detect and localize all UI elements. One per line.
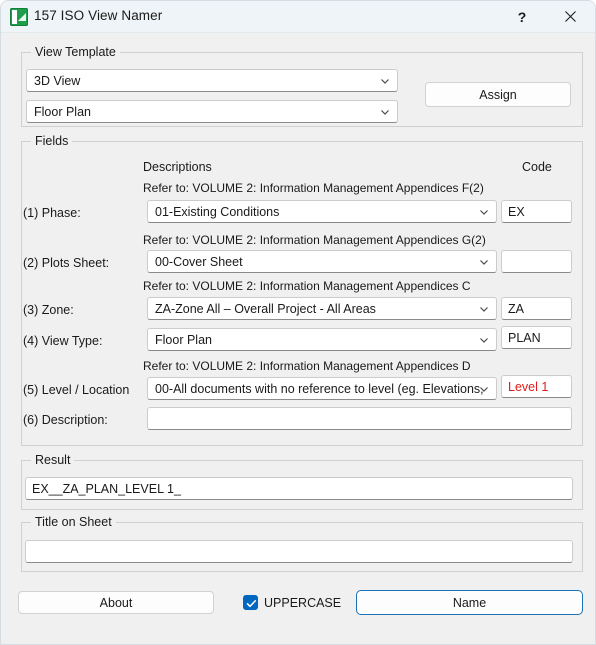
- app-logo-icon: [10, 8, 28, 26]
- field-label-description: (6) Description:: [23, 413, 108, 427]
- code-column-header: Code: [522, 160, 552, 174]
- result-group-label: Result: [31, 453, 75, 467]
- name-button[interactable]: Name: [356, 590, 583, 615]
- field-hint-plots-sheet: Refer to: VOLUME 2: Information Manageme…: [143, 233, 486, 247]
- view-template-group-label: View Template: [31, 45, 120, 59]
- field-label-plots-sheet: (2) Plots Sheet:: [23, 256, 110, 270]
- uppercase-checkbox[interactable]: UPPERCASE: [243, 595, 341, 610]
- field-combo-zone[interactable]: ZA-Zone All – Overall Project - All Area…: [147, 297, 497, 320]
- field-code-phase-value: EX: [508, 204, 525, 219]
- field-hint-phase: Refer to: VOLUME 2: Information Manageme…: [143, 181, 484, 195]
- field-input-description[interactable]: [147, 407, 572, 430]
- result-input[interactable]: EX__ZA_PLAN_LEVEL 1_: [25, 477, 573, 500]
- field-code-zone-value: ZA: [508, 301, 524, 316]
- field-combo-plots-sheet[interactable]: 00-Cover Sheet: [147, 250, 497, 273]
- field-combo-zone-value: ZA-Zone All – Overall Project - All Area…: [155, 301, 376, 316]
- field-code-view-type-value: PLAN: [508, 330, 541, 345]
- titlebar: 157 ISO View Namer ?: [1, 1, 595, 33]
- fields-group-label: Fields: [31, 134, 73, 148]
- field-code-plots-sheet[interactable]: [501, 250, 572, 273]
- field-combo-level-location[interactable]: 00-All documents with no reference to le…: [147, 377, 497, 400]
- field-label-level-location: (5) Level / Location: [23, 383, 130, 397]
- field-code-level-location[interactable]: Level 1: [501, 375, 572, 398]
- uppercase-checkbox-label: UPPERCASE: [264, 595, 342, 610]
- checkbox-indicator: [243, 595, 258, 610]
- field-combo-level-location-value: 00-All documents with no reference to le…: [155, 381, 485, 396]
- view-template-combo[interactable]: 3D View: [26, 69, 398, 92]
- title-on-sheet-group-label: Title on Sheet: [31, 515, 116, 529]
- assign-button[interactable]: Assign: [425, 82, 571, 107]
- check-icon: [246, 600, 257, 608]
- field-combo-phase-value: 01-Existing Conditions: [155, 204, 280, 219]
- field-combo-view-type[interactable]: Floor Plan: [147, 328, 497, 351]
- close-icon: [564, 11, 576, 22]
- view-template-type-combo[interactable]: Floor Plan: [26, 100, 398, 123]
- iso-view-namer-window: 157 ISO View Namer ? View Template 3D Vi…: [0, 0, 596, 645]
- field-combo-plots-sheet-value: 00-Cover Sheet: [155, 254, 243, 269]
- help-button[interactable]: ?: [499, 1, 545, 32]
- title-on-sheet-input[interactable]: [25, 540, 573, 563]
- descriptions-column-header: Descriptions: [143, 160, 212, 174]
- view-template-combo-value: 3D View: [34, 73, 81, 88]
- about-button[interactable]: About: [18, 591, 214, 614]
- result-input-value: EX__ZA_PLAN_LEVEL 1_: [32, 481, 181, 496]
- field-hint-zone: Refer to: VOLUME 2: Information Manageme…: [143, 279, 471, 293]
- field-combo-view-type-value: Floor Plan: [155, 332, 212, 347]
- field-label-phase: (1) Phase:: [23, 206, 81, 220]
- window-title: 157 ISO View Namer: [34, 8, 163, 23]
- close-button[interactable]: [547, 1, 593, 32]
- field-hint-level-location: Refer to: VOLUME 2: Information Manageme…: [143, 359, 471, 373]
- field-code-zone[interactable]: ZA: [501, 297, 572, 320]
- view-template-type-combo-value: Floor Plan: [34, 104, 91, 119]
- field-label-zone: (3) Zone:: [23, 303, 74, 317]
- field-combo-phase[interactable]: 01-Existing Conditions: [147, 200, 497, 223]
- field-code-view-type[interactable]: PLAN: [501, 326, 572, 349]
- field-code-phase[interactable]: EX: [501, 200, 572, 223]
- field-label-view-type: (4) View Type:: [23, 334, 103, 348]
- field-code-level-location-value: Level 1: [508, 379, 549, 394]
